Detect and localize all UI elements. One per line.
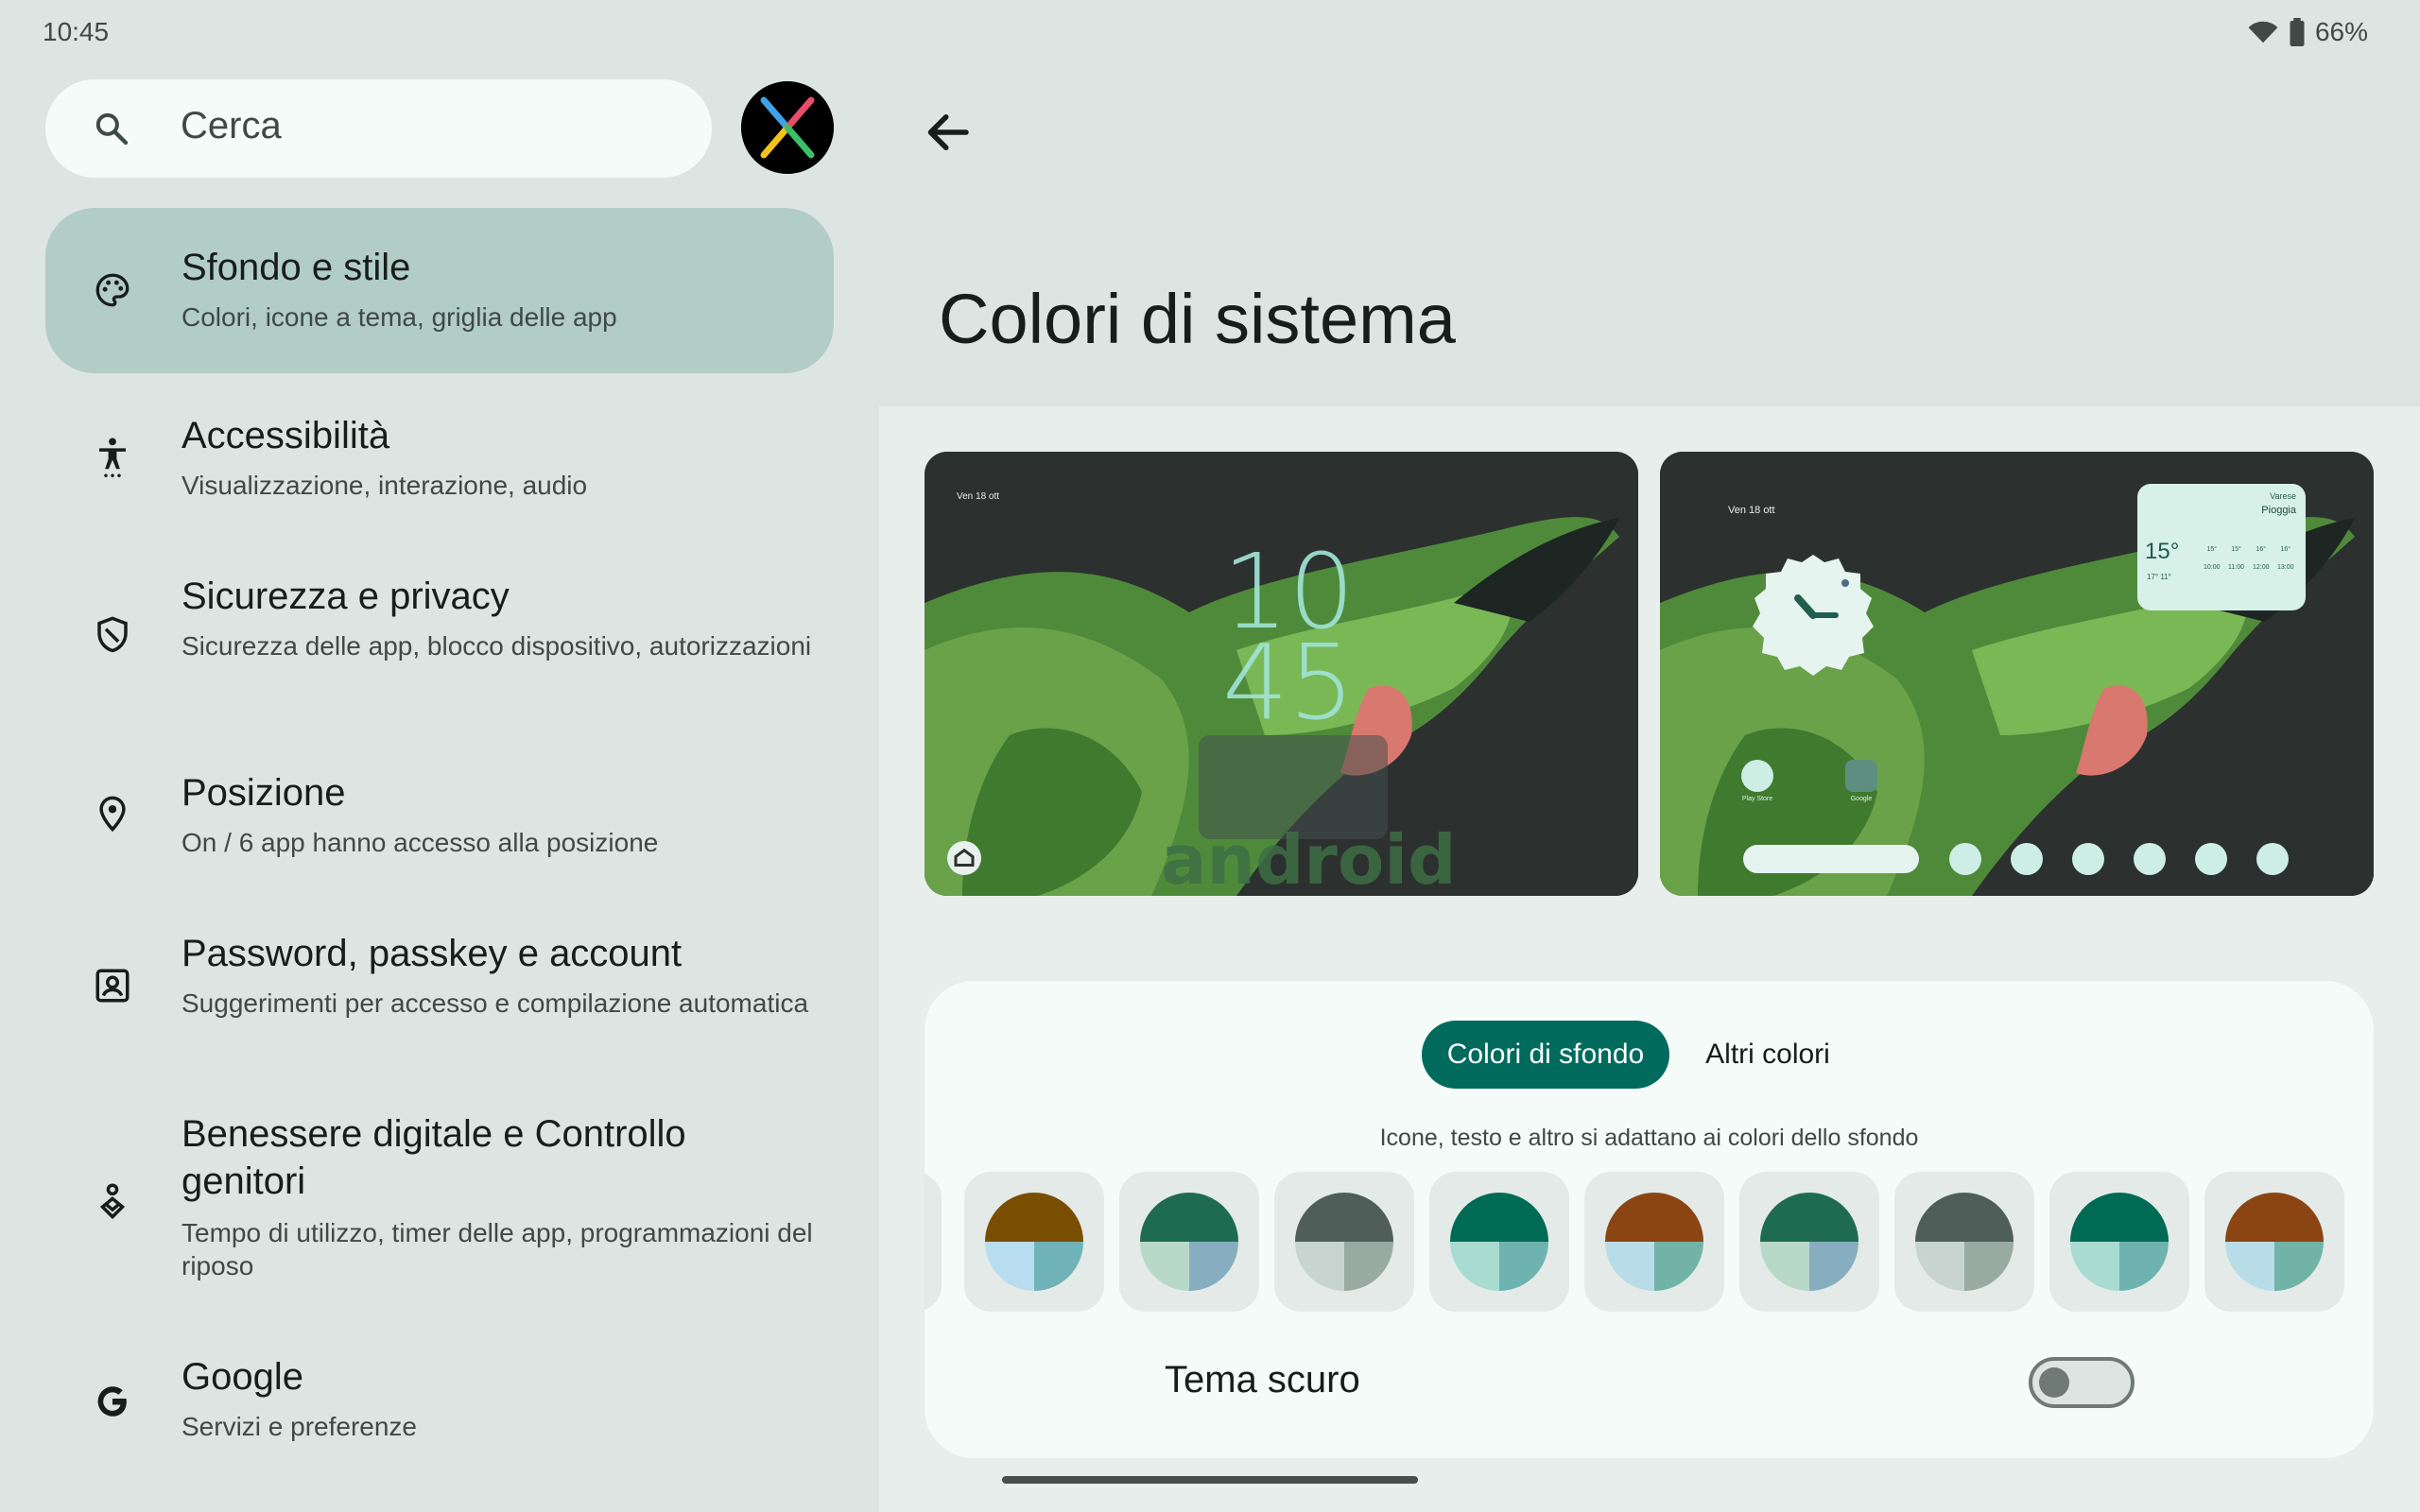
menu-item-title: Sicurezza e privacy (182, 576, 510, 617)
settings-navigation-pane: 10:45 Cerca Sfondo e stile Colori, icone… (0, 0, 879, 1512)
status-bar-time: 10:45 (43, 17, 110, 46)
color-swatch[interactable] (1119, 1172, 1259, 1312)
browser-app-icon[interactable] (2256, 843, 2289, 875)
menu-item-title: Sfondo e stile (182, 247, 411, 288)
color-swatch[interactable] (1584, 1172, 1724, 1312)
menu-item-title: Password, passkey e account (182, 933, 683, 974)
palette-icon (95, 273, 130, 307)
homescreen-preview[interactable]: Ven 18 ott Varese Pioggia 15° 17° 11° 15… (1660, 452, 2374, 896)
lockscreen-date: Ven 18 ott (957, 491, 1000, 502)
menu-item-title: Accessibilità (182, 415, 390, 456)
menu-item-accessibility[interactable]: Accessibilità Visualizzazione, interazio… (45, 406, 834, 520)
play-store-app-icon[interactable] (1741, 760, 1773, 792)
color-palette-card: Colori di sfondo Altri colori Icone, tes… (925, 981, 2374, 1458)
weather-range: 17° 11° (2147, 573, 2171, 581)
menu-item-title: Google (182, 1356, 303, 1398)
dark-theme-label: Tema scuro (1165, 1359, 1360, 1400)
weather-widget[interactable]: Varese Pioggia 15° 17° 11° 15° 10:00 15° 1… (2137, 484, 2306, 610)
youtube-icon[interactable] (2195, 843, 2227, 875)
menu-item-security-privacy[interactable]: Sicurezza e privacy Sicurezza delle app,… (45, 567, 834, 699)
swatch-row (925, 1172, 2374, 1314)
menu-item-location[interactable]: Posizione On / 6 app hanno accesso alla … (45, 765, 834, 879)
search-icon (95, 112, 129, 146)
profile-logo-icon (741, 81, 834, 174)
weather-location: Varese (2270, 491, 2296, 501)
page-title: Colori di sistema (939, 280, 1456, 358)
color-swatch[interactable] (1894, 1172, 2034, 1312)
pinwheel-app-icon[interactable] (2134, 843, 2166, 875)
battery-icon (2290, 18, 2305, 46)
analog-clock-widget (1753, 555, 1874, 676)
forecast-hour: 15° 10:00 (2204, 546, 2221, 571)
menu-item-digital-wellbeing[interactable]: Benessere digitale e Controllo genitori … (45, 1110, 834, 1295)
homescreen-search-bar[interactable] (1743, 845, 1919, 873)
forecast-hour: 15° 11:00 (2228, 546, 2244, 571)
menu-item-subtitle: Tempo di utilizzo, timer delle app, prog… (182, 1218, 813, 1280)
weather-condition: Pioggia (2261, 505, 2296, 516)
tab-wallpaper-colors[interactable]: Colori di sfondo (1422, 1021, 1669, 1089)
app-label: Play Store (1741, 796, 1773, 802)
google-folder-app-icon[interactable] (1845, 760, 1877, 792)
palette-hint: Icone, testo e altro si adattano ai colo… (1379, 1125, 1919, 1151)
color-swatch[interactable] (2049, 1172, 2189, 1312)
menu-item-subtitle: Suggerimenti per accesso e compilazione … (182, 988, 809, 1018)
menu-item-subtitle: Colori, icone a tema, griglia delle app (182, 302, 617, 332)
location-pin-icon (99, 796, 126, 833)
color-swatch[interactable] (1429, 1172, 1569, 1312)
color-swatch[interactable] (925, 1172, 942, 1312)
menu-item-passwords-accounts[interactable]: Password, passkey e account Suggerimenti… (45, 926, 834, 1058)
menu-item-subtitle: Sicurezza delle app, blocco dispositivo,… (182, 631, 812, 661)
gmail-icon[interactable] (1949, 843, 1981, 875)
tab-other-colors[interactable]: Altri colori (1683, 1021, 1853, 1089)
menu-item-subtitle: Servizi e preferenze (182, 1412, 418, 1441)
menu-item-title: Benessere digitale e Controllo genitori (182, 1113, 686, 1202)
forecast-hour: 16° 12:00 (2253, 546, 2270, 571)
google-icon (97, 1386, 127, 1417)
shield-icon (97, 616, 128, 653)
lockscreen-preview[interactable]: Ven 18 ott 10 45 android (925, 452, 1638, 896)
weather-temperature: 15° (2145, 539, 2180, 564)
chat-icon[interactable] (2011, 843, 2043, 875)
search-placeholder: Cerca (181, 105, 282, 146)
dark-theme-toggle[interactable] (2029, 1357, 2135, 1408)
menu-item-subtitle: On / 6 app hanno accesso alla posizione (182, 828, 659, 857)
accessibility-icon (99, 438, 126, 477)
lockscreen-shortcut-home-icon (947, 841, 981, 875)
avatar[interactable] (741, 81, 834, 174)
color-swatch[interactable] (2204, 1172, 2344, 1312)
homescreen-date: Ven 18 ott (1728, 505, 1775, 516)
gesture-navigation-bar[interactable] (1002, 1476, 1418, 1484)
menu-item-wallpaper-style[interactable]: Sfondo e stile Colori, icone a tema, gri… (45, 208, 834, 373)
clock-minutes: 45 (1222, 622, 1355, 743)
menu-item-subtitle: Visualizzazione, interazione, audio (182, 471, 588, 500)
wifi-icon (2248, 21, 2278, 43)
color-swatch[interactable] (1274, 1172, 1414, 1312)
lockscreen-clock: 10 45 (1218, 540, 1359, 743)
account-box-icon (95, 969, 130, 1003)
app-label: Google (1850, 796, 1873, 802)
menu-item-google[interactable]: Google Servizi e preferenze (45, 1351, 834, 1465)
menu-item-title: Posizione (182, 772, 346, 814)
search-input[interactable]: Cerca (45, 79, 712, 178)
status-bar-right: 66% (2247, 17, 2368, 47)
back-arrow-icon[interactable] (919, 104, 976, 161)
color-swatch[interactable] (1739, 1172, 1879, 1312)
color-swatch[interactable] (964, 1172, 1104, 1312)
forecast-hour: 16° 13:00 (2277, 546, 2294, 571)
home-app-icon[interactable] (2072, 843, 2104, 875)
toggle-knob (2039, 1367, 2069, 1398)
battery-percent: 66% (2314, 17, 2368, 46)
wellbeing-icon (99, 1183, 126, 1220)
android-watermark: android (1161, 820, 1457, 896)
